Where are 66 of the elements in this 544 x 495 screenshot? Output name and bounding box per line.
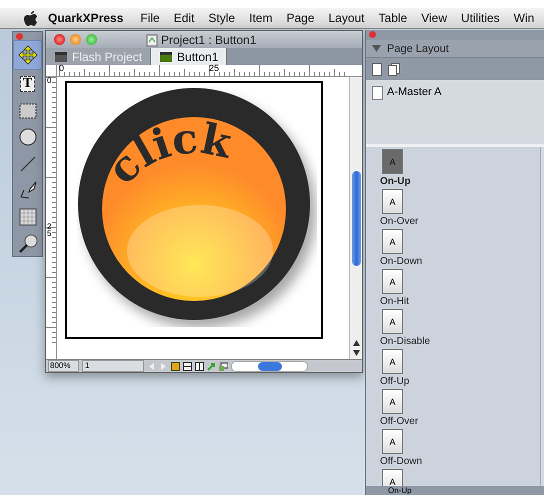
page-thumbnail[interactable]: A xyxy=(382,469,403,486)
page-field[interactable]: 1 xyxy=(82,360,144,372)
panel-title: Page Layout xyxy=(387,42,449,54)
master-page-icon xyxy=(372,86,383,100)
ruler-label: 0 xyxy=(47,77,52,84)
preview-icon[interactable] xyxy=(219,362,228,370)
line-icon xyxy=(18,154,36,173)
layout-view-icon[interactable] xyxy=(171,362,180,370)
page-label: On-Over xyxy=(380,216,418,227)
document-icon xyxy=(146,34,158,46)
duplicate-pages-icon[interactable] xyxy=(388,62,400,76)
pen-icon xyxy=(18,180,38,200)
table-icon xyxy=(18,208,36,226)
menu-item[interactable]: Utilities xyxy=(454,11,507,25)
zoom-field[interactable]: 800% xyxy=(48,360,79,372)
page-thumbnail[interactable]: A xyxy=(382,429,403,454)
menu-item[interactable]: Style xyxy=(201,11,242,25)
zoom-icon xyxy=(18,234,38,254)
tool-button[interactable]: T xyxy=(14,72,41,96)
scroll-down-icon[interactable] xyxy=(352,350,360,356)
scroll-thumb[interactable] xyxy=(352,171,360,266)
clapperboard-icon xyxy=(54,50,68,62)
collapse-triangle-icon[interactable] xyxy=(372,45,381,52)
menu-item[interactable]: Page xyxy=(279,11,322,25)
move-arrows-icon xyxy=(18,44,38,65)
apple-logo-icon[interactable] xyxy=(24,10,38,26)
menu-item[interactable]: File xyxy=(133,11,167,25)
page-thumbnail[interactable]: A xyxy=(382,349,403,374)
ruler-label: 0 xyxy=(59,63,64,73)
layout-tab[interactable]: Button1 xyxy=(151,48,228,65)
page-label: Off-Over xyxy=(380,416,418,427)
menu-item[interactable]: Item xyxy=(242,11,280,25)
menu-item[interactable]: Layout xyxy=(321,11,372,25)
oval-icon xyxy=(18,128,36,146)
page-label: On-Hit xyxy=(380,296,409,307)
picture-box-icon xyxy=(18,102,36,119)
close-button[interactable] xyxy=(54,34,65,45)
blank-page-icon[interactable] xyxy=(372,62,382,76)
page-label: On-Up xyxy=(380,176,411,187)
split-horizontal-icon[interactable] xyxy=(183,362,192,370)
tool-button[interactable] xyxy=(13,40,42,70)
ruler-label: 25 xyxy=(47,223,52,237)
menu-item[interactable]: View xyxy=(414,11,454,25)
page-label: Off-Up xyxy=(380,376,410,387)
horizontal-scrollbar[interactable] xyxy=(231,360,308,372)
menu-item[interactable]: Edit xyxy=(166,11,202,25)
page-thumbnail[interactable]: A xyxy=(382,189,403,214)
page-label: On-Disable xyxy=(380,336,430,347)
vertical-scrollbar[interactable] xyxy=(349,77,362,359)
menu-item[interactable]: Table xyxy=(372,11,414,25)
ruler-label: 25 xyxy=(209,63,220,73)
page-label: Off-Down xyxy=(380,456,422,467)
master-page-item[interactable]: A-Master A xyxy=(387,86,442,98)
page-thumbnail[interactable]: A xyxy=(382,269,403,294)
window-title: Project1 : Button1 xyxy=(161,33,256,47)
page-label: On-Down xyxy=(380,256,422,267)
page-thumbnail[interactable]: A xyxy=(382,229,403,254)
scroll-up-icon[interactable] xyxy=(352,340,360,346)
clapperboard-icon xyxy=(159,50,174,62)
app-menu[interactable]: QuarkXPress xyxy=(38,11,134,25)
page-thumbnail[interactable]: A xyxy=(382,309,403,334)
status-text: On-Up xyxy=(366,486,544,495)
split-vertical-icon[interactable] xyxy=(195,362,204,370)
menu-item[interactable]: Win xyxy=(506,11,542,25)
text-tool-icon: T xyxy=(20,76,36,92)
page-thumbnail[interactable]: A xyxy=(382,389,403,414)
